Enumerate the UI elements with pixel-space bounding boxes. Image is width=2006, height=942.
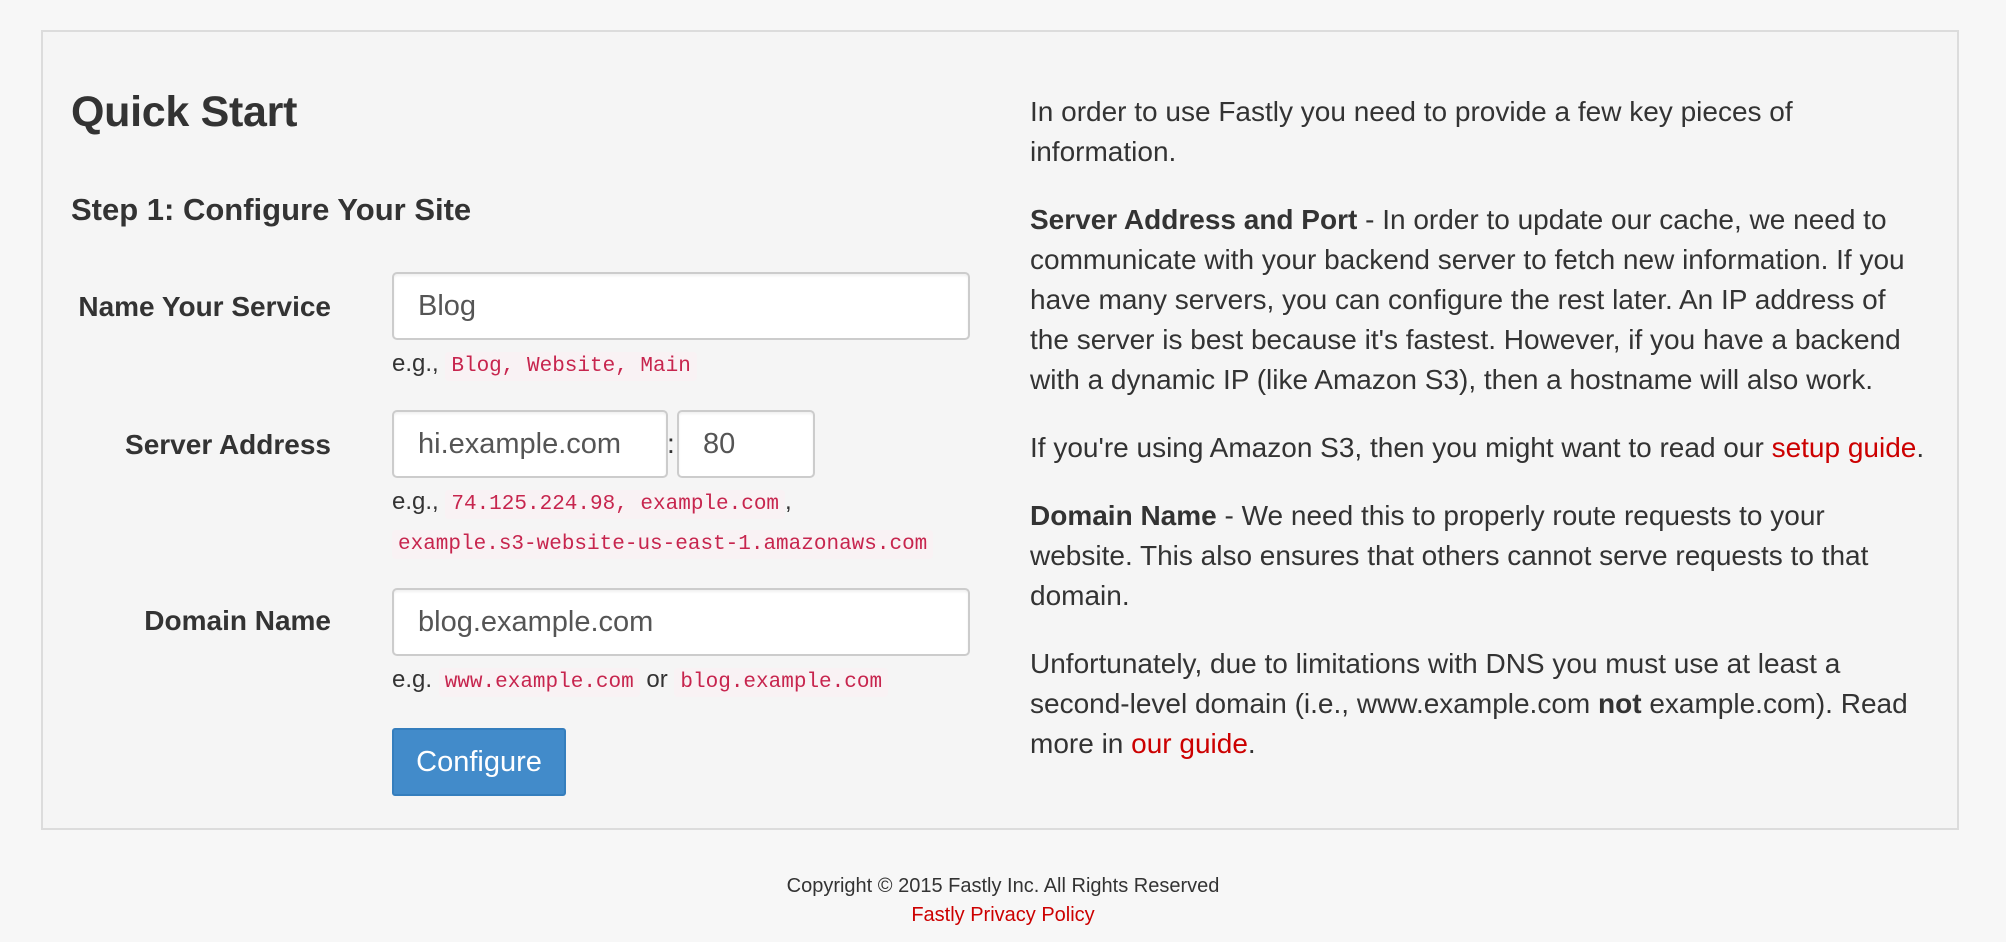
s3-info-text: If you're using Amazon S3, then you migh… [1030,432,1772,463]
server-address-help: e.g., 74.125.224.98, example.com, [392,488,792,519]
service-name-help: e.g., Blog, Website, Main [392,350,697,381]
server-info-heading: Server Address and Port [1030,204,1358,235]
server-info-paragraph: Server Address and Port - In order to up… [1030,200,1930,400]
domain-help-or: or [646,666,668,693]
setup-guide-link[interactable]: setup guide [1772,432,1917,463]
domain-info-paragraph: Domain Name - We need this to properly r… [1030,496,1930,616]
footer: Copyright © 2015 Fastly Inc. All Rights … [0,872,2006,930]
s3-info-paragraph: If you're using Amazon S3, then you migh… [1030,428,1930,468]
server-address-label: Server Address [125,429,331,460]
domain-info-heading: Domain Name [1030,500,1217,531]
service-name-label: Name Your Service [78,291,331,322]
copyright-text: Copyright © 2015 Fastly Inc. All Rights … [786,875,1220,897]
service-help-examples: Blog, Website, Main [445,352,697,381]
server-address-input[interactable] [392,410,668,478]
server-help-example-1: 74.125.224.98, example.com [445,490,786,519]
domain-help-prefix: e.g. [392,666,433,693]
page-title: Quick Start [71,88,298,136]
our-guide-link[interactable]: our guide [1131,728,1248,759]
configure-button[interactable]: Configure [392,728,566,796]
server-help-comma: , [785,488,792,515]
dns-info-paragraph: Unfortunately, due to limitations with D… [1030,644,1930,764]
server-help-prefix: e.g., [392,488,439,515]
step-title: Step 1: Configure Your Site [71,192,472,227]
server-address-help-line-2: example.s3-website-us-east-1.amazonaws.c… [392,528,934,559]
domain-help-example-1: www.example.com [438,668,640,697]
domain-help-example-2: blog.example.com [674,668,889,697]
domain-name-help: e.g. www.example.com or blog.example.com [392,666,889,697]
dns-info-not: not [1598,688,1642,719]
server-port-input[interactable] [677,410,815,478]
domain-name-input[interactable] [392,588,970,656]
s3-info-end: . [1916,432,1925,463]
privacy-policy-link[interactable]: Fastly Privacy Policy [911,904,1094,926]
service-name-input[interactable] [392,272,970,340]
address-port-separator: : [667,428,675,459]
dns-info-end: . [1247,728,1256,759]
service-help-prefix: e.g., [392,350,439,377]
server-help-example-2: example.s3-website-us-east-1.amazonaws.c… [392,530,934,559]
intro-paragraph: In order to use Fastly you need to provi… [1030,96,1793,167]
info-column: In order to use Fastly you need to provi… [1030,92,1930,792]
domain-name-label: Domain Name [144,605,331,636]
